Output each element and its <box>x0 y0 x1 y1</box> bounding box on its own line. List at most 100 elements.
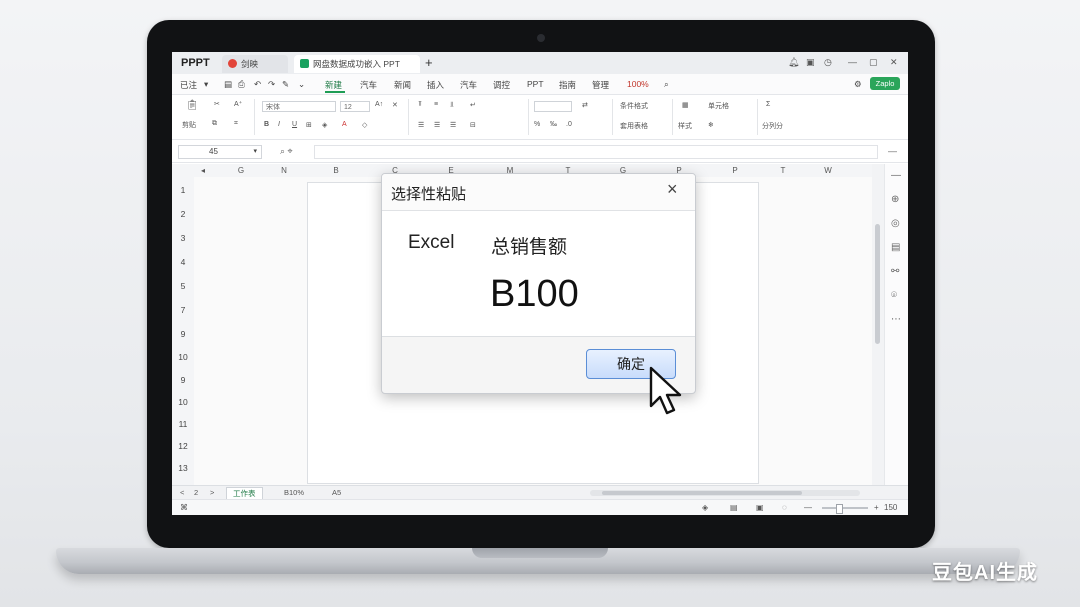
align-top-icon[interactable]: ⫪ <box>418 101 422 109</box>
column-header[interactable]: N <box>269 166 299 175</box>
row-header[interactable]: 5 <box>172 281 194 291</box>
target-icon[interactable]: ◎ <box>891 218 900 229</box>
page-view-icon[interactable]: ▣ <box>756 503 764 512</box>
sheet-tab[interactable]: B10% <box>284 488 304 497</box>
row-header[interactable]: 3 <box>172 233 194 243</box>
copy-icon[interactable]: ⧉ <box>212 120 217 128</box>
column-header[interactable]: W <box>813 166 843 175</box>
undo-icon[interactable]: ↶ <box>254 79 261 90</box>
select-all-corner[interactable]: ◂ <box>194 166 212 175</box>
cell-icon[interactable]: ▦ <box>682 101 689 109</box>
row-header[interactable]: 13 <box>172 463 194 473</box>
number-format-select[interactable] <box>534 101 572 112</box>
increase-font-icon[interactable]: A↑ <box>375 101 383 108</box>
row-header[interactable]: 2 <box>172 209 194 219</box>
underline-icon[interactable]: U <box>292 121 297 128</box>
search-icon[interactable]: ⌕ <box>664 79 669 90</box>
window-close-icon[interactable]: ✕ <box>890 57 898 68</box>
minus-icon[interactable]: — <box>891 170 901 181</box>
paste-label[interactable]: 剪贴 <box>182 120 196 130</box>
sheet-nav-prev[interactable]: < <box>180 488 184 497</box>
layers-icon[interactable]: ◈ <box>702 503 708 512</box>
zoom-slider-knob[interactable] <box>836 504 843 514</box>
wrap-text-icon[interactable]: ↵ <box>470 101 476 109</box>
maximize-icon[interactable]: ▢ <box>869 57 878 68</box>
border-icon[interactable]: ⊞ <box>306 121 312 129</box>
column-header[interactable]: T <box>768 166 798 175</box>
row-header[interactable]: 10 <box>172 352 194 362</box>
zoom-slider[interactable] <box>822 507 868 509</box>
menu-tab-6[interactable]: PPT <box>527 79 544 89</box>
horizontal-scrollbar[interactable] <box>590 490 860 496</box>
cut-icon[interactable]: ✂ <box>214 100 220 108</box>
cell-style-button[interactable]: 单元格 <box>708 101 729 111</box>
clear-format-icon[interactable]: ✕ <box>392 101 398 109</box>
print-icon[interactable]: ⎙ <box>238 79 245 90</box>
share-button[interactable]: Zaplo <box>870 77 900 90</box>
chevron-down-icon[interactable]: ▾ <box>253 146 257 158</box>
vertical-scrollbar[interactable] <box>872 164 884 487</box>
normal-view-icon[interactable]: ▤ <box>730 503 738 512</box>
align-bottom-icon[interactable]: ⫫ <box>450 101 454 109</box>
freeze-icon[interactable]: ❄︎ <box>708 121 714 129</box>
menu-tab-7[interactable]: 指南 <box>559 79 576 91</box>
clipboard-icon[interactable]: ▣ <box>806 57 815 68</box>
minimize-icon[interactable]: — <box>848 57 857 67</box>
properties-icon[interactable]: ⊕ <box>891 194 899 205</box>
row-header[interactable]: 9 <box>172 329 194 339</box>
collapse-icon[interactable]: — <box>888 146 897 156</box>
font-color-icon[interactable]: A <box>342 121 347 128</box>
close-icon[interactable]: × <box>667 179 678 200</box>
percent-icon[interactable]: % <box>534 121 540 128</box>
location-icon[interactable]: ⌾ <box>891 290 897 301</box>
column-header[interactable]: B <box>321 166 351 175</box>
tab-active-document[interactable]: 网盘数据成功嵌入 PPT <box>294 55 420 73</box>
menu-tab-4[interactable]: 汽车 <box>460 79 477 91</box>
row-header[interactable]: 9 <box>172 375 194 385</box>
sheet-tab[interactable]: A5 <box>332 488 341 497</box>
menu-tab-1[interactable]: 汽车 <box>360 79 377 91</box>
bold-icon[interactable]: B <box>264 121 269 128</box>
save-icon[interactable]: ▤ <box>224 79 232 90</box>
italic-icon[interactable]: I <box>278 121 280 128</box>
sum-icon[interactable]: Σ <box>766 101 770 108</box>
eye-view-icon[interactable]: ◌ <box>782 503 787 512</box>
menu-file[interactable]: 已注 <box>180 79 197 91</box>
storage-icon[interactable]: ▤ <box>891 242 900 253</box>
font-increase-icon[interactable]: A⁺ <box>234 100 242 108</box>
horizontal-scroll-thumb[interactable] <box>602 491 802 495</box>
zoom-search-icon[interactable]: ⌕ ⌖ <box>280 146 293 157</box>
fill-color-icon[interactable]: ◈ <box>322 121 327 129</box>
bell-icon[interactable]: 🔔︎ <box>788 57 799 68</box>
redo-icon[interactable]: ↷ <box>268 79 275 90</box>
menu-tab-8[interactable]: 管理 <box>592 79 609 91</box>
quick-access-chevron-icon[interactable]: ⌄ <box>298 79 305 90</box>
row-header[interactable]: 1 <box>172 185 194 195</box>
align-middle-icon[interactable]: ≡ <box>434 101 438 108</box>
split-column-button[interactable]: 分列分 <box>762 121 783 131</box>
column-header[interactable]: P <box>720 166 750 175</box>
macro-icon[interactable]: ⌘ <box>180 503 188 512</box>
share-node-icon[interactable]: ⚯ <box>891 266 899 277</box>
row-header[interactable]: 11 <box>172 419 194 429</box>
name-box[interactable]: 45 ▾ <box>178 145 262 159</box>
menu-tab-2[interactable]: 新闻 <box>394 79 411 91</box>
column-header[interactable]: G <box>226 166 256 175</box>
row-header[interactable]: 4 <box>172 257 194 267</box>
format-brush-icon[interactable]: ⌗ <box>234 120 238 128</box>
menu-tab-5[interactable]: 调控 <box>493 79 510 91</box>
new-tab-plus-icon[interactable]: + <box>425 55 433 70</box>
conditional-format-button[interactable]: 条件格式 <box>620 101 648 111</box>
decimal-icon[interactable]: .0 <box>566 121 572 128</box>
merge-cells-icon[interactable]: ⊟ <box>470 121 476 129</box>
more-icon[interactable]: ⋯ <box>891 314 901 325</box>
font-name-select[interactable]: 宋体 <box>262 101 336 112</box>
row-header[interactable]: 10 <box>172 397 194 407</box>
vertical-scroll-thumb[interactable] <box>875 224 880 344</box>
align-left-icon[interactable]: ☰ <box>418 121 424 129</box>
settings-icon[interactable]: ⚙︎ <box>854 79 862 90</box>
zoom-out-icon[interactable]: — <box>804 503 812 512</box>
styles-label[interactable]: 样式 <box>678 121 692 131</box>
row-header[interactable]: 12 <box>172 441 194 451</box>
format-painter-icon[interactable]: ✎ <box>282 79 289 90</box>
